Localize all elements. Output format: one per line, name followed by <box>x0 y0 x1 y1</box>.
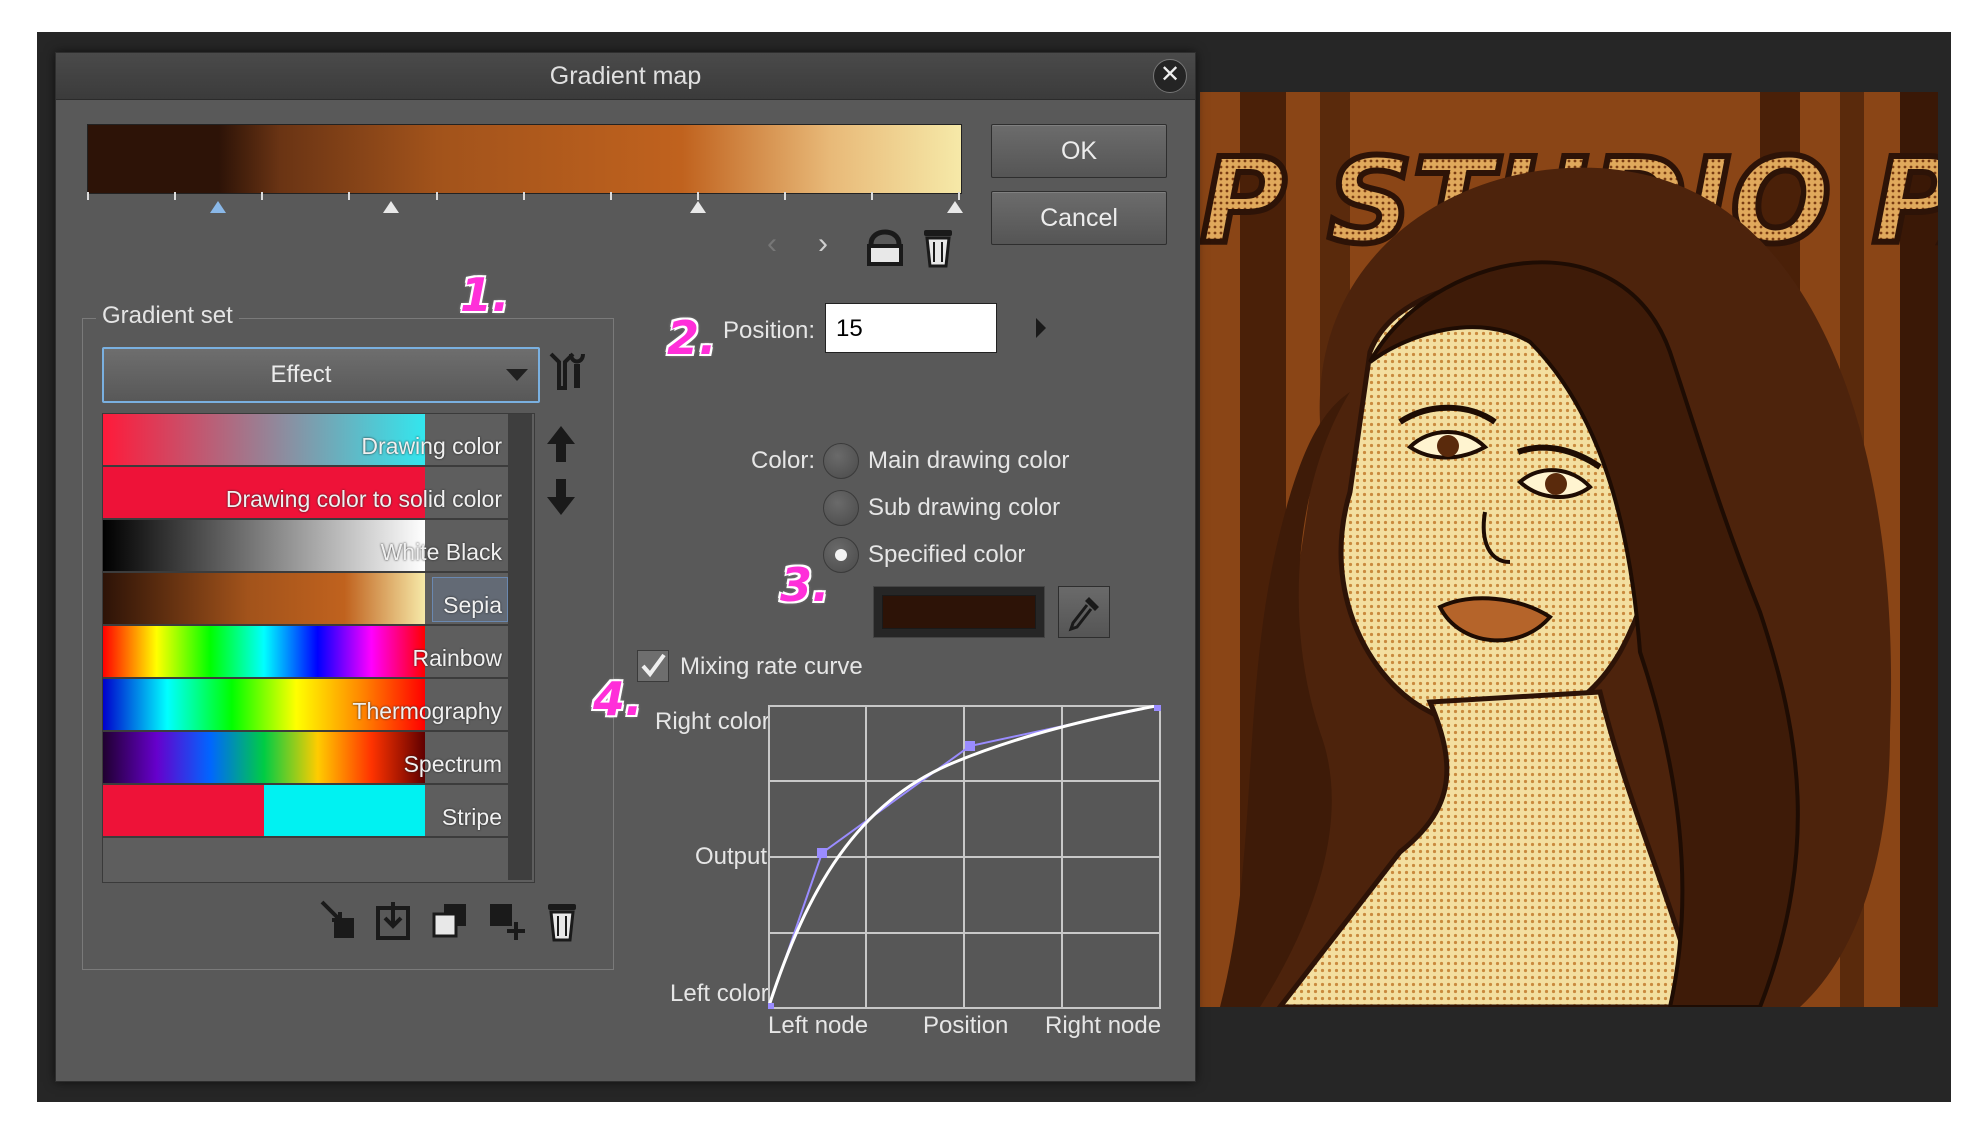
gradient-list-item-label: Stripe <box>441 804 502 830</box>
annotation-2: 2. <box>667 311 717 365</box>
gradient-node[interactable] <box>947 201 963 213</box>
curve-left-node-label: Left node <box>768 1012 869 1039</box>
dialog-titlebar[interactable]: Gradient map ✕ <box>56 53 1195 100</box>
close-icon: ✕ <box>1159 61 1181 88</box>
gradient-swatch <box>103 520 425 571</box>
duplicate-gradient-icon[interactable] <box>430 898 470 942</box>
color-swatch-fill <box>882 595 1036 629</box>
gradient-list-scrollbar[interactable] <box>508 414 532 880</box>
wrench-icon[interactable] <box>545 348 589 392</box>
gradient-list-item[interactable]: Spectrum <box>103 732 508 785</box>
gradient-list-item[interactable]: Rainbow <box>103 626 508 679</box>
delete-gradient-icon[interactable] <box>542 898 582 942</box>
gradient-list-item-label: Sepia <box>443 592 502 618</box>
cancel-button[interactable]: Cancel <box>991 191 1167 245</box>
delete-node-icon[interactable] <box>921 224 955 268</box>
gradient-list-item-label: Thermography <box>352 698 502 724</box>
curve-node[interactable] <box>1154 705 1161 711</box>
curve-node[interactable] <box>965 741 975 751</box>
position-label: Position: <box>723 317 816 344</box>
gradient-preview-bar[interactable] <box>87 124 962 194</box>
gradient-swatch <box>103 732 425 783</box>
annotation-1: 1. <box>460 268 510 322</box>
main-drawing-color-radio[interactable] <box>823 443 859 479</box>
gradient-swatch <box>103 785 425 836</box>
ok-button[interactable]: OK <box>991 124 1167 178</box>
position-spinner-arrow[interactable] <box>1036 318 1046 338</box>
close-button[interactable]: ✕ <box>1153 59 1187 93</box>
curve-node[interactable] <box>817 848 827 858</box>
import-gradient-icon[interactable] <box>318 898 358 942</box>
chevron-down-icon <box>506 369 528 381</box>
move-down-icon[interactable] <box>545 477 577 517</box>
reverse-gradient-icon[interactable] <box>863 222 907 270</box>
gradient-list-item[interactable]: Drawing color to solid color <box>103 467 508 520</box>
gradient-set-selected: Effect <box>270 361 332 388</box>
specified-color-label[interactable]: Specified color <box>868 541 1025 569</box>
gradient-set-label: Gradient set <box>96 302 239 330</box>
add-gradient-icon[interactable] <box>486 898 526 942</box>
gradient-list-item-label: Drawing color <box>361 433 502 459</box>
main-drawing-color-label[interactable]: Main drawing color <box>868 447 1069 475</box>
gradient-list-item-label: Drawing color to solid color <box>225 486 502 512</box>
gradient-swatch <box>103 573 425 624</box>
gradient-set-dropdown[interactable]: Effect <box>102 347 540 403</box>
gradient-list[interactable]: Drawing color Drawing color to solid col… <box>102 413 535 883</box>
gradient-list-item[interactable]: Stripe <box>103 785 508 838</box>
gradient-set-toolbar <box>318 898 598 946</box>
position-input[interactable]: 15 <box>825 303 997 353</box>
gradient-node[interactable] <box>690 201 706 213</box>
gradient-list-item[interactable]: Drawing color <box>103 414 508 467</box>
eyedropper-icon <box>1068 597 1099 632</box>
next-node-button[interactable]: › <box>818 227 828 261</box>
color-label: Color: <box>751 447 816 474</box>
sub-drawing-color-radio[interactable] <box>823 490 859 526</box>
gradient-node-ruler[interactable] <box>87 192 963 216</box>
canvas-artwork[interactable]: P STUDIO PAINT <box>1200 92 1938 1007</box>
curve-right-color-label: Right color <box>655 708 770 735</box>
previous-node-button[interactable]: ‹ <box>767 227 777 261</box>
specified-color-swatch[interactable] <box>873 586 1045 638</box>
gradient-node-selected[interactable] <box>210 201 226 213</box>
gradient-list-item[interactable]: White Black <box>103 520 508 573</box>
curve-node[interactable] <box>768 1003 774 1009</box>
gradient-node[interactable] <box>383 201 399 213</box>
mixing-rate-curve-label[interactable]: Mixing rate curve <box>680 653 863 681</box>
check-icon <box>641 653 666 678</box>
sub-drawing-color-label[interactable]: Sub drawing color <box>868 494 1060 522</box>
curve-right-node-label: Right node <box>1045 1012 1162 1039</box>
move-up-icon[interactable] <box>545 424 577 464</box>
gradient-list-item-selected[interactable]: Sepia <box>103 573 508 626</box>
annotation-3: 3. <box>780 558 830 612</box>
mixing-rate-curve-graph[interactable] <box>768 705 1161 1009</box>
annotation-4: 4. <box>593 672 643 726</box>
eyedropper-button[interactable] <box>1058 586 1110 638</box>
gradient-list-item-label: Rainbow <box>412 645 503 671</box>
artwork-illustration: P STUDIO PAINT <box>1200 92 1938 1007</box>
dialog-title: Gradient map <box>549 62 702 90</box>
mixing-rate-curve-checkbox[interactable] <box>637 650 669 682</box>
gradient-list-item-label: White Black <box>380 539 502 565</box>
gradient-list-item[interactable]: Thermography <box>103 679 508 732</box>
curve-position-label: Position <box>923 1012 1009 1039</box>
gradient-list-item-label: Spectrum <box>403 751 502 777</box>
gradient-swatch <box>103 626 425 677</box>
save-gradient-icon[interactable] <box>374 898 414 942</box>
specified-color-radio[interactable] <box>823 537 859 573</box>
curve-left-color-label: Left color <box>670 980 769 1007</box>
curve-output-label: Output <box>695 843 768 870</box>
